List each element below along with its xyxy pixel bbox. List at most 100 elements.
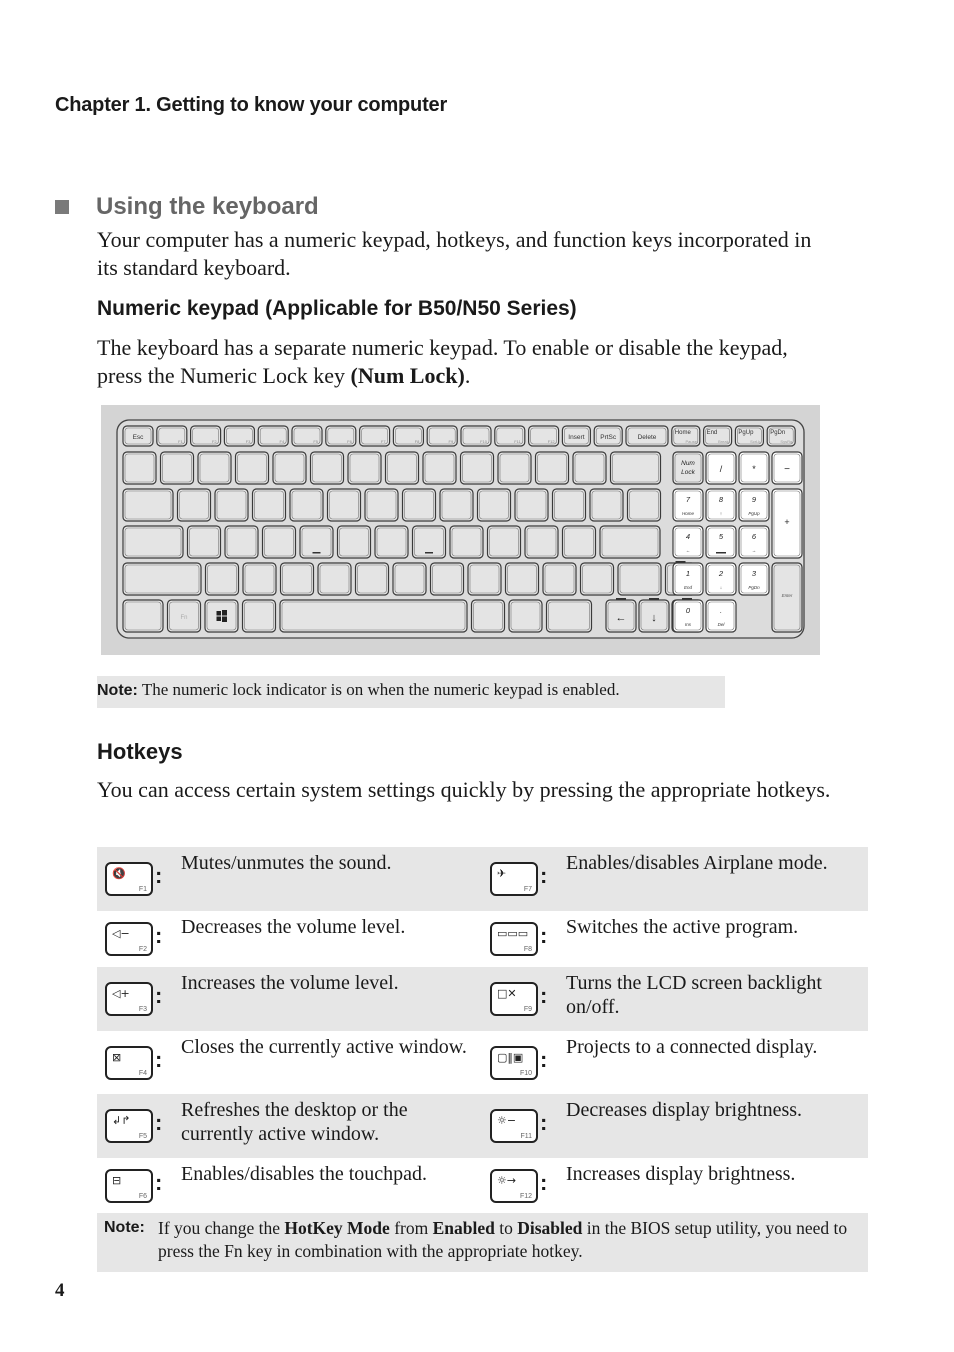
hotkey-key-wrap: ☼→ F12:: [482, 1158, 566, 1214]
colon-separator: :: [155, 1170, 163, 1195]
key-label: *: [752, 464, 756, 474]
hotkey-key-wrap: ◁+ F3:: [97, 967, 181, 1031]
function-key-label: F3: [138, 1006, 147, 1013]
key: [626, 488, 662, 522]
hotkey-key-wrap: ⊟ F6:: [97, 1158, 181, 1214]
hotkey-key-wrap: ↲↱ F5:: [97, 1094, 181, 1158]
colon-separator: :: [540, 1170, 548, 1195]
hotkey-row: ⊠ F4: Closes the currently active window. ▢…: [97, 1031, 868, 1094]
num-lock-label: Lock: [681, 469, 695, 476]
section-title-text: Using the keyboard: [96, 193, 319, 220]
hotkey-entry-f11: ☼− F11: Decreases display brightness.: [482, 1094, 867, 1158]
numpad-key-number: .: [720, 606, 722, 615]
numpad-key-secondary: Home: [682, 511, 695, 516]
colon-separator: :: [155, 863, 163, 888]
key: [429, 562, 465, 596]
arrow-bar: [616, 598, 626, 600]
note-text: If you change the HotKey Mode from Enabl…: [158, 1217, 858, 1263]
key: [279, 562, 315, 596]
numpad-key-secondary: Del: [718, 622, 726, 627]
project-display-icon: ▢‖▣: [497, 1051, 524, 1064]
fkey-label: F10: [480, 439, 488, 444]
hotkey-row: ◁+ F3: Increases the volume level. □✕ F9: Tur…: [97, 967, 868, 1031]
hotkey-description: Enables/disables Airplane mode.: [566, 852, 828, 874]
colon-separator: :: [155, 983, 163, 1008]
hotkey-key-wrap: ◁− F2:: [97, 911, 181, 967]
key: [439, 488, 474, 522]
key: [497, 451, 532, 485]
key: [122, 488, 174, 522]
key: [224, 525, 259, 559]
key: [551, 488, 587, 522]
key: [354, 562, 390, 596]
fkey-label: F1: [178, 439, 183, 444]
function-key-label: F2: [138, 946, 147, 953]
hotkey-key-wrap: ▢‖▣ F10:: [482, 1031, 566, 1094]
hotkey-entry-f6: ⊟ F6: Enables/disables the touchpad.: [97, 1158, 482, 1214]
numpad-key-.: [705, 599, 737, 633]
hotkey-row: ⊟ F6: Enables/disables the touchpad. ☼→ F12:…: [97, 1158, 868, 1214]
note-text: The numeric lock indicator is on when th…: [141, 680, 620, 699]
windows-logo-icon: [216, 616, 221, 621]
key-secondary-label: Break: [718, 439, 728, 444]
numpad-key-2: [705, 562, 737, 596]
note-text-segment: from: [389, 1218, 433, 1238]
hotkey-key-f10: ▢‖▣ F10: [490, 1046, 538, 1080]
key: [214, 488, 249, 522]
key: [422, 451, 457, 485]
key-label: Enter: [782, 593, 793, 598]
function-key-label: F12: [519, 1193, 532, 1200]
key: [204, 562, 240, 596]
hotkey-entry-f1: 🔇 F1: Mutes/unmutes the sound.: [97, 847, 482, 911]
switch-program-icon: ▭▭▭: [497, 927, 529, 940]
key: [317, 562, 352, 596]
hotkeys-heading: Hotkeys: [97, 739, 183, 764]
note-bold-term: Disabled: [517, 1218, 583, 1238]
key: [326, 488, 362, 522]
key: [617, 562, 662, 596]
hotkey-key-wrap: ☼− F11:: [482, 1094, 566, 1158]
numpad-key-9: [738, 488, 770, 522]
key: [599, 525, 661, 559]
colon-separator: :: [540, 983, 548, 1008]
fkey-label: F6: [347, 439, 352, 444]
hotkey-key-f11: ☼− F11: [490, 1109, 538, 1143]
hotkey-description: Mutes/unmutes the sound.: [181, 852, 392, 874]
key: [336, 525, 372, 559]
section-title: Using the keyboard: [55, 193, 319, 221]
hotkey-key-wrap: ⊠ F4:: [97, 1031, 181, 1094]
fkey-label: F11: [514, 439, 521, 444]
key: [159, 451, 195, 485]
key: [122, 451, 157, 485]
key: [449, 525, 484, 559]
key-secondary-label: SysRq: [780, 439, 792, 444]
hotkey-key-f1: 🔇 F1: [105, 862, 153, 896]
key-label: PgDn: [770, 430, 785, 436]
colon-separator: :: [155, 1110, 163, 1135]
hotkey-key-f6: ⊟ F6: [105, 1169, 153, 1203]
page-number: 4: [55, 1280, 65, 1301]
key-windows: [204, 599, 239, 633]
key-label: Delete: [638, 434, 657, 441]
colon-separator: :: [540, 863, 548, 888]
function-key-label: F10: [519, 1070, 532, 1077]
volume-down-icon: ◁−: [112, 927, 130, 940]
hotkey-description: Refreshes the desktop or the currently a…: [181, 1099, 408, 1145]
hotkey-entry-f3: ◁+ F3: Increases the volume level.: [97, 967, 482, 1031]
mute-icon: 🔇: [112, 867, 126, 880]
key-num-lock: [672, 451, 704, 485]
hotkey-entry-f9: □✕ F9: Turns the LCD screen backlight on/o…: [482, 967, 867, 1031]
hotkey-key-f8: ▭▭▭ F8: [490, 922, 538, 956]
arrow-bar: [675, 561, 686, 563]
windows-logo-icon: [222, 610, 227, 616]
hotkey-description: Decreases display brightness.: [566, 1099, 803, 1121]
numpad-key-7: [672, 488, 704, 522]
numpad-key-8: [705, 488, 737, 522]
hotkey-table: 🔇 F1: Mutes/unmutes the sound. ✈ F7: Enables/…: [97, 847, 868, 1214]
hotkey-key-f9: □✕ F9: [490, 982, 538, 1016]
numpad-key-4: [672, 525, 704, 559]
home-key-bump: [716, 552, 726, 554]
refresh-icon: ↲↱: [112, 1114, 131, 1127]
intro-paragraph: Your computer has a numeric keypad, hotk…: [97, 227, 812, 280]
key: [476, 488, 512, 522]
